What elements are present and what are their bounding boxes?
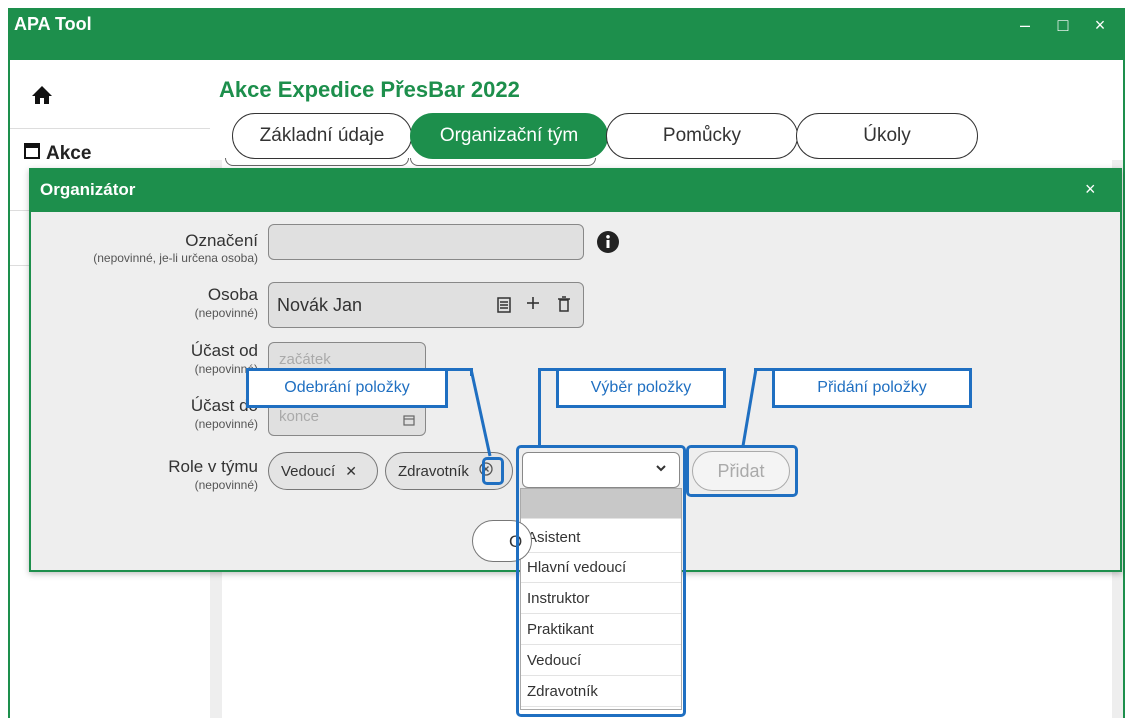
home-icon[interactable]	[30, 84, 54, 111]
osoba-label: Osoba	[207, 285, 258, 304]
sidebar-item-label: Akce	[46, 143, 92, 164]
chip-label: Vedoucí	[281, 462, 336, 480]
page-title: Akce Expedice PřesBar 2022	[219, 77, 520, 102]
chip-remove-icon[interactable]: ✕	[345, 463, 357, 480]
plus-icon[interactable]	[525, 295, 541, 316]
ucast-do-placeholder: konce	[279, 408, 320, 425]
callout-add-item: Přidání položky	[772, 368, 972, 408]
calendar-icon[interactable]	[403, 413, 415, 431]
ucast-do-label: Účast do	[190, 396, 258, 415]
dialog-close-button[interactable]: ×	[1085, 179, 1096, 200]
ucast-od-placeholder: začátek	[279, 351, 331, 368]
chip-label: Zdravotník	[398, 462, 469, 480]
callout-connector-line	[741, 368, 758, 447]
maximize-button[interactable]: □	[1050, 12, 1076, 38]
close-window-button[interactable]: ×	[1087, 12, 1113, 38]
role-sublabel: (nepovinné)	[194, 478, 258, 492]
tab-ukoly[interactable]: Úkoly	[796, 113, 978, 159]
list-icon[interactable]	[497, 297, 511, 318]
callout-remove-item: Odebrání položky	[246, 368, 448, 408]
tab-organizacni-tym[interactable]: Organizační tým	[410, 113, 608, 159]
dialog-title: Organizátor	[40, 180, 136, 199]
role-label: Role v týmu	[168, 457, 258, 476]
calendar-icon	[24, 141, 40, 164]
minimize-button[interactable]: –	[1012, 12, 1038, 38]
info-icon[interactable]	[596, 230, 620, 259]
trash-icon[interactable]	[557, 296, 571, 317]
tab-row-2-hint	[410, 158, 596, 166]
title-bar	[8, 8, 1125, 60]
callout-select-item: Výběr položky	[556, 368, 726, 408]
osoba-value: Novák Jan	[277, 295, 363, 315]
ucast-od-label: Účast od	[190, 341, 258, 360]
osoba-field[interactable]: Novák Jan	[268, 282, 584, 328]
app-title: APA Tool	[14, 14, 92, 34]
dialog-title-bar	[29, 168, 1122, 212]
oznaceni-sublabel: (nepovinné, je-li určena osoba)	[93, 251, 258, 265]
oznaceni-label: Označení	[185, 231, 258, 250]
tab-row-2-hint	[225, 158, 409, 166]
tab-pomucky[interactable]: Pomůcky	[606, 113, 798, 159]
tab-zakladni-udaje[interactable]: Základní údaje	[232, 113, 412, 159]
highlight-select	[516, 445, 686, 717]
ucast-do-sublabel: (nepovinné)	[194, 417, 258, 431]
ucast-od-sublabel: (nepovinné)	[194, 362, 258, 376]
callout-connector	[538, 368, 541, 446]
callout-connector-line	[469, 368, 492, 457]
highlight-remove-chip	[482, 457, 504, 485]
role-chip-vedouci: Vedoucí ✕	[268, 452, 378, 490]
oznaceni-field[interactable]	[268, 224, 584, 260]
highlight-add-button	[686, 445, 798, 497]
osoba-sublabel: (nepovinné)	[194, 306, 258, 320]
